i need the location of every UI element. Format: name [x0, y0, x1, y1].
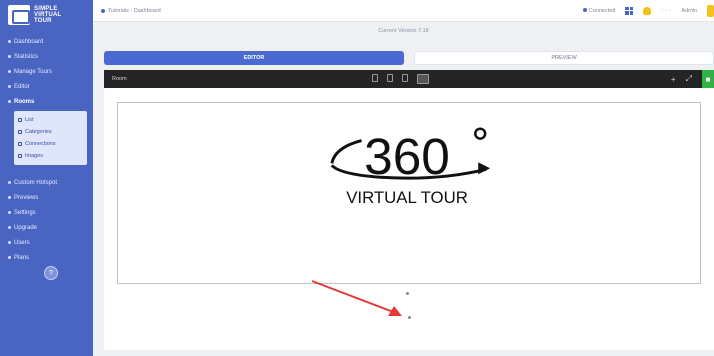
sidebar-nav-lower: Custom Hotspot Previews Settings Upgrade… — [0, 171, 93, 265]
link-icon — [18, 142, 22, 146]
degree-circle — [474, 127, 487, 140]
logo-number: 360 — [364, 127, 450, 185]
sidebar-item-label: Custom Hotspot — [14, 179, 58, 186]
sidebar-item-statistics[interactable]: Statistics — [0, 49, 93, 64]
submenu-item-label: List — [25, 117, 34, 123]
bullet-icon — [8, 70, 11, 73]
sidebar-item-previews[interactable]: Previews — [0, 190, 93, 205]
submenu-item-label: Images — [25, 153, 44, 159]
home-icon[interactable] — [101, 8, 105, 13]
breadcrumb: Tutorials - Dashboard — [101, 8, 161, 14]
app-logo[interactable]: SIMPLE VIRTUAL TOUR — [0, 0, 93, 30]
submenu-item-connections[interactable]: Connections — [18, 138, 83, 150]
logo-arrowhead — [478, 162, 491, 175]
help-icon[interactable]: ? — [44, 266, 58, 280]
add-icon[interactable]: + — [671, 75, 676, 84]
submenu-item-categories[interactable]: Categories — [18, 126, 83, 138]
breadcrumb-text[interactable]: Tutorials - Dashboard — [108, 8, 161, 14]
sidebar-item-dashboard[interactable]: Dashboard — [0, 34, 93, 49]
sidebar-item-label: Plans — [14, 254, 30, 261]
status-text: Connected — [588, 7, 616, 14]
sidebar-nav: Dashboard Statistics Manage Tours Editor… — [0, 30, 93, 109]
expand-icon[interactable]: ⤢ — [686, 74, 692, 84]
sidebar: SIMPLE VIRTUAL TOUR Dashboard Statistics… — [0, 0, 93, 356]
room-image-frame[interactable]: 360 VIRTUAL TOUR — [117, 102, 701, 284]
logo-icon — [8, 5, 30, 25]
sidebar-item-label: Editor — [14, 83, 30, 90]
sidebar-item-label: Previews — [14, 194, 39, 201]
submenu-item-list[interactable]: List — [18, 114, 83, 126]
status-dot-icon — [582, 7, 587, 12]
arrow-head-icon — [388, 306, 402, 316]
sidebar-item-label: Users — [14, 239, 30, 246]
toolbar-view-controls — [372, 74, 429, 84]
apps-grid-icon[interactable] — [625, 6, 634, 15]
sidebar-item-label: Rooms — [14, 98, 35, 105]
tab-editor[interactable]: EDITOR — [104, 51, 404, 65]
list-icon — [18, 118, 22, 122]
version-subtitle: Current Version 7.18 — [378, 28, 429, 34]
save-button[interactable]: ■ — [702, 70, 714, 88]
rooms-submenu: List Categories Connections Images — [14, 111, 87, 165]
sidebar-item-plans[interactable]: Plans — [0, 250, 93, 265]
sidebar-item-upgrade[interactable]: Upgrade — [0, 220, 93, 235]
connection-status: Connected — [582, 7, 616, 14]
app-window: SIMPLE VIRTUAL TOUR Dashboard Statistics… — [0, 0, 714, 356]
sidebar-item-label: Settings — [14, 209, 36, 216]
bullet-icon — [8, 181, 11, 184]
editor-toolbar: Room + ⤢ ■ — [104, 70, 714, 88]
logo-caption: VIRTUAL TOUR — [346, 188, 468, 207]
bullet-icon — [8, 85, 11, 88]
notification-bell-icon[interactable] — [643, 6, 652, 15]
hotspot-marker[interactable] — [406, 292, 409, 295]
top-bar-actions: Connected ··· Admin — [582, 4, 714, 17]
bullet-icon — [8, 241, 11, 244]
top-bar: Tutorials - Dashboard Connected ··· Admi… — [93, 0, 714, 22]
bullet-icon — [8, 211, 11, 214]
sidebar-item-users[interactable]: Users — [0, 235, 93, 250]
user-name[interactable]: Admin — [681, 8, 697, 14]
image-icon — [18, 154, 22, 158]
image-view-icon[interactable] — [417, 74, 429, 84]
bullet-icon — [8, 256, 11, 259]
view-grid-icon[interactable] — [402, 74, 408, 82]
bullet-icon — [8, 40, 11, 43]
logo-text: SIMPLE VIRTUAL TOUR — [34, 6, 61, 24]
more-dots-icon[interactable]: ··· — [661, 7, 671, 14]
bullet-icon — [8, 55, 11, 58]
bullet-icon — [8, 196, 11, 199]
sidebar-item-custom-hotspot[interactable]: Custom Hotspot — [0, 175, 93, 190]
submenu-item-label: Categories — [25, 129, 52, 135]
user-avatar[interactable] — [707, 4, 714, 17]
bullet-icon — [8, 100, 11, 103]
tour-logo-image: 360 VIRTUAL TOUR — [330, 127, 491, 207]
sidebar-item-label: Dashboard — [14, 38, 44, 45]
submenu-item-label: Connections — [25, 141, 56, 147]
sidebar-item-rooms[interactable]: Rooms — [0, 94, 93, 109]
mode-tabs: EDITOR PREVIEW — [104, 51, 714, 65]
logo-arc-left — [330, 139, 362, 164]
view-split-icon[interactable] — [387, 74, 393, 82]
sidebar-item-settings[interactable]: Settings — [0, 205, 93, 220]
sidebar-item-label: Manage Tours — [14, 68, 52, 75]
category-icon — [18, 130, 22, 134]
toolbar-title: Room — [112, 76, 127, 82]
view-single-icon[interactable] — [372, 74, 378, 82]
toolbar-actions: + ⤢ ■ — [671, 70, 714, 88]
sidebar-item-editor[interactable]: Editor — [0, 79, 93, 94]
logo-line-3: TOUR — [34, 18, 52, 24]
bullet-icon — [8, 226, 11, 229]
hotspot-marker[interactable] — [408, 316, 411, 319]
editor-canvas: 360 VIRTUAL TOUR — [104, 88, 714, 350]
tab-preview[interactable]: PREVIEW — [414, 51, 714, 65]
sidebar-item-label: Statistics — [14, 53, 39, 60]
sidebar-item-label: Upgrade — [14, 224, 38, 231]
submenu-item-images[interactable]: Images — [18, 150, 83, 162]
arrow-line — [311, 280, 397, 314]
sidebar-item-manage-tours[interactable]: Manage Tours — [0, 64, 93, 79]
